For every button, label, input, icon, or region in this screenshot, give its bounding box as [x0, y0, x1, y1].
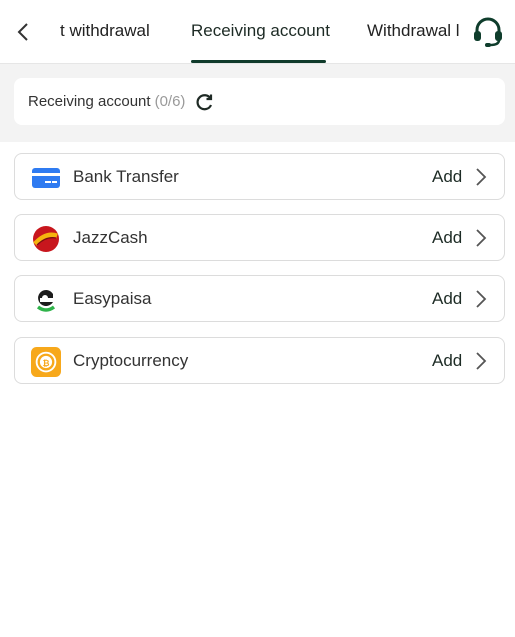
active-tab-indicator — [191, 60, 326, 63]
chevron-right-icon — [476, 352, 487, 370]
customer-support-button[interactable] — [472, 17, 504, 47]
back-button[interactable] — [10, 18, 36, 46]
refresh-icon — [196, 93, 213, 110]
chevron-right-icon — [476, 290, 487, 308]
method-name: Cryptocurrency — [73, 351, 189, 370]
chevron-right-icon — [476, 168, 487, 186]
method-name: Easypaisa — [73, 289, 152, 308]
add-button[interactable]: Add — [432, 167, 462, 187]
account-count: (0/6) — [154, 93, 186, 110]
svg-text:₿: ₿ — [43, 358, 50, 368]
tab-withdrawal-log[interactable]: Withdrawal l — [367, 21, 460, 41]
chevron-left-icon — [17, 23, 28, 41]
tab-strip: t withdrawal Receiving account Withdrawa… — [42, 0, 462, 64]
method-row-cryptocurrency[interactable]: ₿ Cryptocurrency Add — [14, 337, 505, 384]
bitcoin-icon: ₿ — [31, 347, 61, 377]
add-button[interactable]: Add — [432, 289, 462, 309]
method-row-easypaisa[interactable]: Easypaisa Add — [14, 275, 505, 322]
add-button[interactable]: Add — [432, 228, 462, 248]
receiving-account-summary: Receiving account (0/6) — [14, 78, 505, 125]
tab-receiving-account[interactable]: Receiving account — [191, 21, 330, 41]
headset-icon — [474, 17, 502, 47]
method-row-bank-transfer[interactable]: Bank Transfer Add — [14, 153, 505, 200]
top-nav-bar: t withdrawal Receiving account Withdrawa… — [0, 0, 515, 64]
tab-withdrawal[interactable]: t withdrawal — [60, 21, 150, 41]
method-row-jazzcash[interactable]: JazzCash Add — [14, 214, 505, 261]
chevron-right-icon — [476, 229, 487, 247]
jazzcash-logo-icon — [31, 224, 61, 254]
method-name: JazzCash — [73, 228, 148, 247]
summary-label: Receiving account — [28, 93, 151, 110]
bank-card-icon — [31, 163, 61, 193]
payment-methods-list: Bank Transfer Add JazzCash Add Easypaisa… — [0, 142, 515, 637]
refresh-button[interactable] — [195, 92, 215, 112]
easypaisa-logo-icon — [31, 285, 61, 315]
add-button[interactable]: Add — [432, 351, 462, 371]
method-name: Bank Transfer — [73, 167, 179, 186]
